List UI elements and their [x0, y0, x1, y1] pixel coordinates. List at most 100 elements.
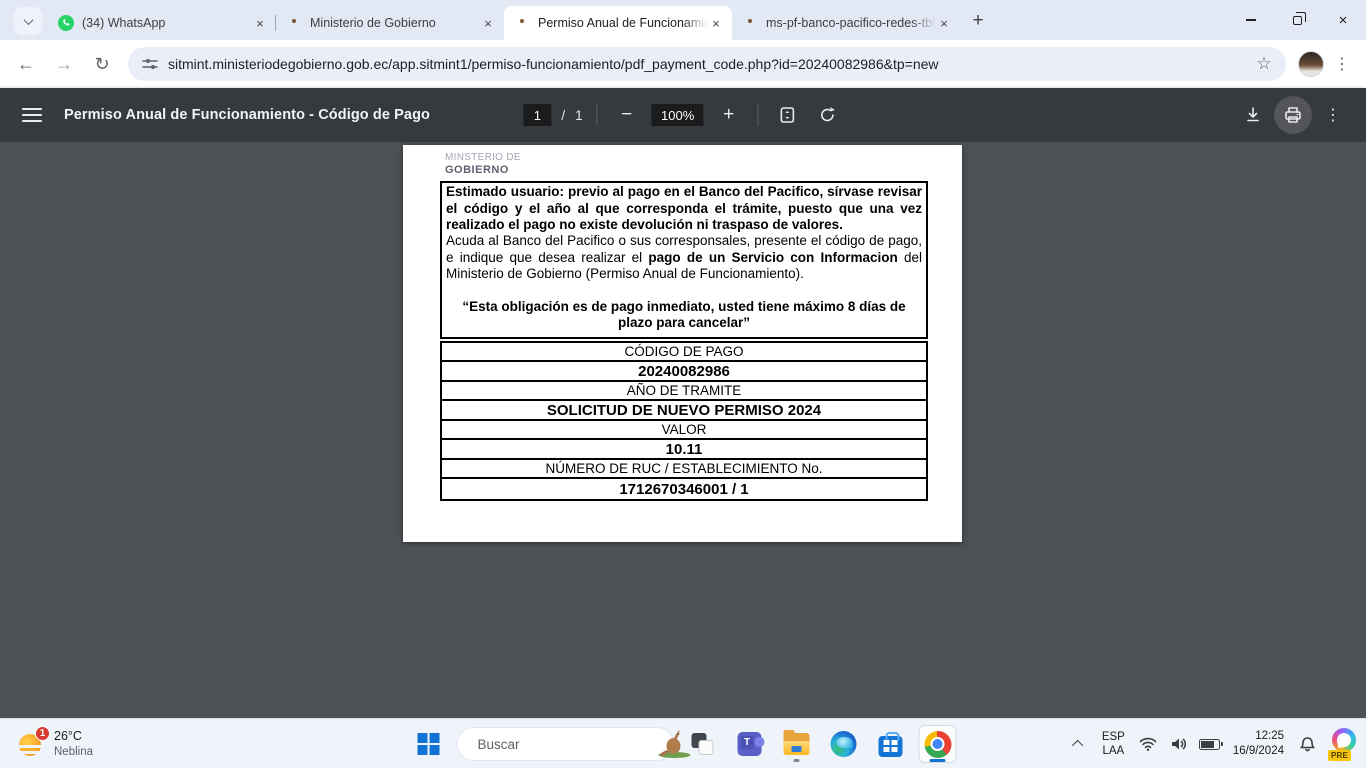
zoom-level[interactable]: 100% [652, 104, 704, 126]
site-info-icon[interactable] [142, 56, 158, 72]
weather-widget[interactable]: 1 26°C Neblina [10, 719, 101, 768]
back-button[interactable]: ← [10, 48, 42, 80]
tray-date: 16/9/2024 [1233, 744, 1284, 759]
page-number-input[interactable] [523, 104, 551, 126]
restore-icon [1293, 16, 1302, 25]
chrome-icon [924, 731, 951, 758]
fit-page-icon [779, 106, 797, 124]
close-icon[interactable]: × [480, 15, 496, 31]
notice-warning-text: Estimado usuario: previo al pago en el B… [446, 184, 922, 233]
microsoft-store-icon [879, 736, 903, 757]
hidden-icons-chevron[interactable] [1072, 740, 1083, 751]
table-row-value: 20240082986 [442, 362, 926, 382]
file-explorer-icon [784, 733, 810, 755]
microsoft-store-button[interactable] [872, 725, 910, 763]
tab-permiso-active[interactable]: Permiso Anual de Funcionamien × [504, 6, 732, 40]
active-app-indicator [930, 759, 946, 762]
chevron-down-icon [23, 15, 33, 25]
payment-notice-box: Estimado usuario: previo al pago en el B… [440, 181, 928, 339]
profile-avatar[interactable] [1298, 51, 1324, 77]
close-icon[interactable]: × [252, 15, 268, 31]
taskbar-search[interactable] [457, 727, 675, 761]
divider [758, 104, 759, 126]
bookmark-star-icon[interactable]: ☆ [1252, 52, 1276, 76]
close-window-button[interactable]: × [1320, 0, 1366, 40]
copilot-button[interactable]: PRE [1328, 727, 1358, 761]
taskbar-center: T [410, 719, 957, 768]
chrome-button[interactable] [919, 725, 957, 763]
teams-button[interactable]: T [731, 725, 769, 763]
tab-ministerio[interactable]: Ministerio de Gobierno × [276, 6, 504, 40]
edge-icon [831, 731, 857, 757]
pdf-more-button[interactable]: ⋮ [1318, 100, 1348, 130]
logo-line2: GOBIERNO [445, 164, 928, 177]
table-row-header: VALOR [442, 421, 926, 440]
wifi-button[interactable] [1136, 731, 1160, 757]
minimize-button[interactable] [1228, 0, 1274, 40]
zoom-out-button[interactable]: − [612, 100, 642, 130]
payment-table: CÓDIGO DE PAGO 20240082986 AÑO DE TRAMIT… [440, 341, 928, 501]
windows-logo-icon [418, 733, 440, 755]
table-row-header: CÓDIGO DE PAGO [442, 343, 926, 362]
restore-button[interactable] [1274, 0, 1320, 40]
desktop-screen: (34) WhatsApp × Ministerio de Gobierno ×… [0, 0, 1366, 768]
rotate-button[interactable] [813, 100, 843, 130]
tab-search-button[interactable] [14, 7, 42, 35]
printer-icon [1283, 105, 1303, 125]
browser-toolbar: ← → ↻ sitmint.ministeriodegobierno.gob.e… [0, 40, 1366, 88]
battery-icon [1199, 739, 1220, 750]
window-controls: × [1228, 0, 1366, 40]
keyboard-layout: LAA [1102, 744, 1125, 758]
pdf-action-buttons: ⋮ [1238, 96, 1348, 134]
page-separator: / [561, 108, 565, 123]
new-tab-button[interactable]: + [964, 7, 992, 35]
notification-badge: 1 [35, 726, 50, 741]
taskbar: 1 26°C Neblina [0, 718, 1366, 768]
battery-button[interactable] [1198, 731, 1222, 757]
ministry-logo: MINSTERIO DE GOBIERNO [445, 152, 928, 176]
task-view-icon [691, 732, 715, 756]
page-count: 1 [575, 108, 583, 123]
ecuador-flag-icon [514, 15, 530, 31]
tab-title: Ministerio de Gobierno [310, 16, 480, 30]
notice-deadline-text: “Esta obligación es de pago inmediato, u… [446, 299, 922, 332]
copilot-pre-badge: PRE [1328, 750, 1351, 761]
pdf-page-controls: / 1 − 100% + [523, 100, 842, 130]
speaker-icon [1170, 736, 1188, 752]
task-view-button[interactable] [684, 725, 722, 763]
zoom-in-button[interactable]: + [714, 100, 744, 130]
edge-button[interactable] [825, 725, 863, 763]
logo-line1: MINSTERIO DE [445, 152, 928, 164]
language-indicator[interactable]: ESP LAA [1098, 730, 1129, 759]
download-button[interactable] [1238, 100, 1268, 130]
forward-button[interactable]: → [48, 48, 80, 80]
clock-widget[interactable]: 12:25 16/9/2024 [1229, 729, 1288, 759]
search-input[interactable] [478, 737, 655, 752]
table-row-value: 1712670346001 / 1 [442, 479, 926, 499]
notice-instructions-text: Acuda al Banco del Pacifico o sus corres… [446, 233, 922, 282]
print-button[interactable] [1274, 96, 1312, 134]
browser-menu-button[interactable]: ⋮ [1328, 50, 1356, 78]
url-text[interactable]: sitmint.ministeriodegobierno.gob.ec/app.… [168, 56, 1252, 72]
ecuador-flag-icon [742, 15, 758, 31]
notifications-button[interactable] [1295, 731, 1319, 757]
pdf-viewer-area[interactable]: MINSTERIO DE GOBIERNO Estimado usuario: … [0, 142, 1366, 718]
close-icon[interactable]: × [936, 15, 952, 31]
close-icon[interactable]: × [708, 15, 724, 31]
tab-whatsapp[interactable]: (34) WhatsApp × [48, 6, 276, 40]
volume-button[interactable] [1167, 731, 1191, 757]
file-explorer-button[interactable] [778, 725, 816, 763]
refresh-button[interactable]: ↻ [86, 48, 118, 80]
tab-title: ms-pf-banco-pacifico-redes-tbl [766, 16, 936, 30]
tab-title: Permiso Anual de Funcionamien [538, 16, 708, 30]
omnibox[interactable]: sitmint.ministeriodegobierno.gob.ec/app.… [128, 47, 1286, 81]
tab-ms-pf-banco[interactable]: ms-pf-banco-pacifico-redes-tbl × [732, 6, 960, 40]
start-button[interactable] [410, 725, 448, 763]
copilot-icon [1332, 728, 1356, 752]
fit-to-page-button[interactable] [773, 100, 803, 130]
weather-condition: Neblina [54, 745, 93, 759]
download-icon [1244, 106, 1262, 124]
tray-time: 12:25 [1233, 729, 1284, 744]
bell-icon [1299, 736, 1316, 753]
menu-icon[interactable] [22, 108, 42, 122]
